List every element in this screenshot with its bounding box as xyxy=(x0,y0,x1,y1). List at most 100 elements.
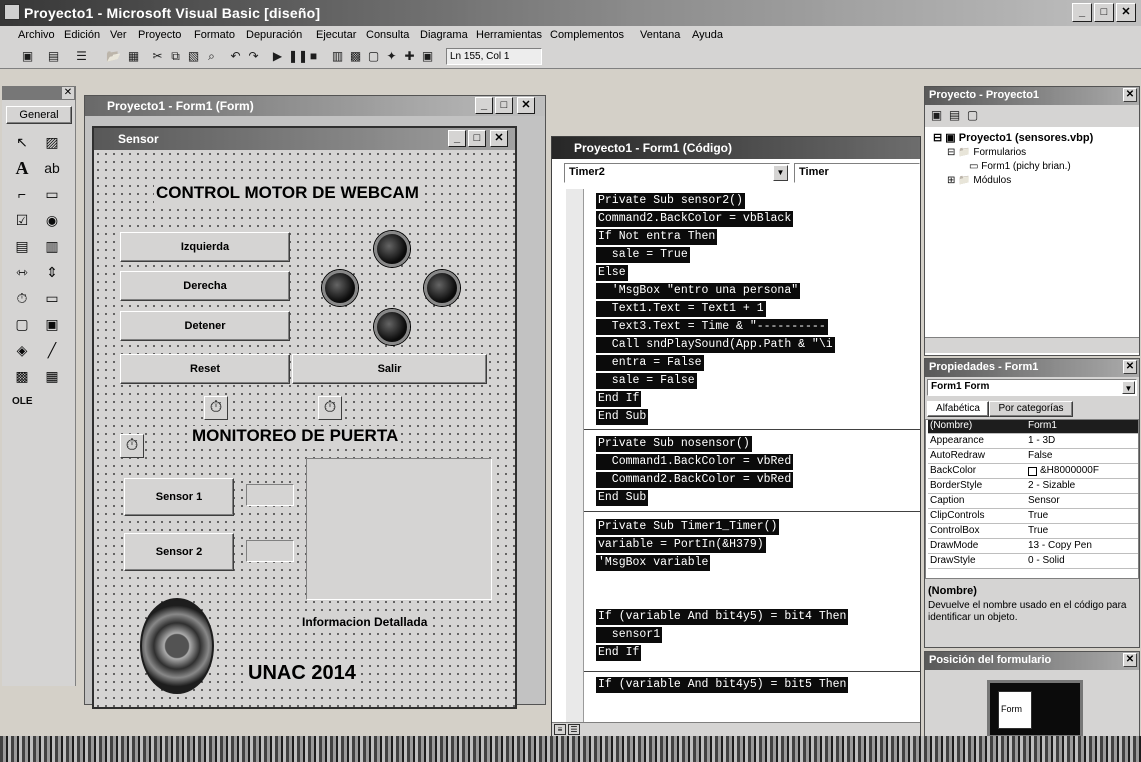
project-explorer-icon[interactable]: ▥ xyxy=(330,49,345,64)
form-maximize-button[interactable]: □ xyxy=(468,130,486,147)
timer-icon[interactable]: ⏱ xyxy=(318,396,342,420)
menu-edicion[interactable]: Edición xyxy=(64,29,100,41)
close-button[interactable]: ✕ xyxy=(1116,3,1136,22)
data-view-icon[interactable]: ▣ xyxy=(420,49,435,64)
maximize-button[interactable]: □ xyxy=(1094,3,1114,22)
object-browser-icon[interactable]: ✦ xyxy=(384,49,399,64)
dirlistbox-icon[interactable]: ▢ xyxy=(12,314,32,334)
minimize-button[interactable]: _ xyxy=(1072,3,1092,22)
image-icon[interactable]: ▩ xyxy=(12,366,32,386)
property-row[interactable]: ClipControls True xyxy=(928,510,1138,524)
button-detener[interactable]: Detener xyxy=(120,311,290,341)
object-selector[interactable]: Form1 Form ▼ xyxy=(927,379,1137,396)
label-icon[interactable]: A xyxy=(12,158,32,178)
paste-icon[interactable]: ▧ xyxy=(186,49,201,64)
full-module-view-icon[interactable]: ☰ xyxy=(568,724,580,735)
picturebox-icon[interactable]: ▨ xyxy=(42,132,62,152)
designer-maximize-button[interactable]: □ xyxy=(495,97,513,114)
copy-icon[interactable]: ⧉ xyxy=(168,49,183,64)
chevron-down-icon[interactable]: ▼ xyxy=(773,165,788,181)
property-row[interactable]: DrawMode 13 - Copy Pen xyxy=(928,540,1138,554)
sensor1-textbox[interactable] xyxy=(246,484,294,506)
menu-ayuda[interactable]: Ayuda xyxy=(692,29,723,41)
optionbutton-icon[interactable]: ◉ xyxy=(42,210,62,230)
button-salir[interactable]: Salir xyxy=(292,354,487,384)
menu-ventana[interactable]: Ventana xyxy=(640,29,680,41)
filelistbox-icon[interactable]: ▣ xyxy=(42,314,62,334)
property-row[interactable]: BackColor &H8000000F xyxy=(928,465,1138,479)
property-row[interactable]: AutoRedraw False xyxy=(928,450,1138,464)
ole-icon[interactable]: OLE xyxy=(12,392,33,412)
button-sensor1[interactable]: Sensor 1 xyxy=(124,478,234,516)
add-project-icon[interactable]: ▣ xyxy=(20,49,35,64)
tree-folder-formularios[interactable]: ⊟ 📁 Formularios xyxy=(947,147,1026,158)
shape-icon[interactable]: ◈ xyxy=(12,340,32,360)
tree-root[interactable]: ⊟ ▣ Proyecto1 (sensores.vbp) xyxy=(933,131,1093,144)
listbox-icon[interactable]: ▥ xyxy=(42,236,62,256)
toolbox-tab-general[interactable]: General xyxy=(6,106,72,124)
tab-por-categorias[interactable]: Por categorías xyxy=(989,401,1073,417)
close-icon[interactable]: ✕ xyxy=(1123,653,1137,667)
menu-complementos[interactable]: Complementos xyxy=(550,29,624,41)
property-row[interactable]: DrawStyle 0 - Solid xyxy=(928,555,1138,569)
property-row[interactable]: (Nombre) Form1 xyxy=(928,420,1138,434)
sensor2-textbox[interactable] xyxy=(246,540,294,562)
button-sensor2[interactable]: Sensor 2 xyxy=(124,533,234,571)
data-icon[interactable]: ▦ xyxy=(42,366,62,386)
open-icon[interactable]: 📂 xyxy=(106,49,121,64)
view-code-icon[interactable]: ▣ xyxy=(929,108,944,123)
commandbutton-icon[interactable]: ▭ xyxy=(42,184,62,204)
checkbox-icon[interactable]: ☑ xyxy=(12,210,32,230)
menu-herramientas[interactable]: Herramientas xyxy=(476,29,542,41)
button-izquierda[interactable]: Izquierda xyxy=(120,232,290,262)
procedure-combo[interactable]: Timer xyxy=(794,163,920,183)
toolbox-icon[interactable]: ✚ xyxy=(402,49,417,64)
tree-item-form1[interactable]: ▭ Form1 (pichy brian.) xyxy=(969,161,1071,172)
designer-minimize-button[interactable]: _ xyxy=(475,97,493,114)
code-editor[interactable]: Private Sub sensor2() Command2.BackColor… xyxy=(566,189,920,724)
menu-diagrama[interactable]: Diagrama xyxy=(420,29,468,41)
button-derecha[interactable]: Derecha xyxy=(120,271,290,301)
menu-archivo[interactable]: Archivo xyxy=(18,29,55,41)
timer-icon[interactable]: ⏱ xyxy=(120,434,144,458)
property-row[interactable]: Caption Sensor xyxy=(928,495,1138,509)
form-layout-icon[interactable]: ▢ xyxy=(366,49,381,64)
horizontal-scrollbar[interactable] xyxy=(925,337,1139,353)
designer-close-button[interactable]: ✕ xyxy=(517,97,535,114)
run-icon[interactable]: ▶ xyxy=(270,49,285,64)
menu-formato[interactable]: Formato xyxy=(194,29,235,41)
vscrollbar-icon[interactable]: ⇕ xyxy=(42,262,62,282)
pointer-icon[interactable]: ↖ xyxy=(12,132,32,152)
info-textbox[interactable] xyxy=(306,458,492,600)
timer-icon[interactable]: ⏱ xyxy=(12,288,32,308)
toggle-folders-icon[interactable]: ▢ xyxy=(965,108,980,123)
frame-icon[interactable]: ⌐ xyxy=(12,184,32,204)
undo-icon[interactable]: ↶ xyxy=(228,49,243,64)
menu-proyecto[interactable]: Proyecto xyxy=(138,29,181,41)
menu-editor-icon[interactable]: ☰ xyxy=(74,49,89,64)
menu-ejecutar[interactable]: Ejecutar xyxy=(316,29,356,41)
tab-alfabetica[interactable]: Alfabética xyxy=(927,401,989,417)
property-row[interactable]: Appearance 1 - 3D xyxy=(928,435,1138,449)
property-row[interactable]: ControlBox True xyxy=(928,525,1138,539)
add-form-icon[interactable]: ▤ xyxy=(46,49,61,64)
line-icon[interactable]: ╱ xyxy=(42,340,62,360)
tree-folder-modulos[interactable]: ⊞ 📁 Módulos xyxy=(947,175,1011,186)
stop-icon[interactable]: ■ xyxy=(306,49,321,64)
cut-icon[interactable]: ✂ xyxy=(150,49,165,64)
textbox-icon[interactable]: ab xyxy=(42,158,62,178)
pause-icon[interactable]: ❚❚ xyxy=(288,49,308,64)
properties-icon[interactable]: ▩ xyxy=(348,49,363,64)
button-reset[interactable]: Reset xyxy=(120,354,290,384)
hscrollbar-icon[interactable]: ⇿ xyxy=(12,262,32,282)
drivelistbox-icon[interactable]: ▭ xyxy=(42,288,62,308)
close-icon[interactable]: ✕ xyxy=(1123,360,1137,374)
menu-depuracion[interactable]: Depuración xyxy=(246,29,302,41)
redo-icon[interactable]: ↷ xyxy=(246,49,261,64)
save-icon[interactable]: ▦ xyxy=(126,49,141,64)
property-row[interactable]: BorderStyle 2 - Sizable xyxy=(928,480,1138,494)
toolbox-close-icon[interactable]: ✕ xyxy=(62,87,74,99)
form-preview[interactable]: Form xyxy=(998,691,1032,729)
form-close-button[interactable]: ✕ xyxy=(490,130,508,147)
form1[interactable]: Sensor _ □ ✕ CONTROL MOTOR DE WEBCAM Izq… xyxy=(92,126,517,709)
